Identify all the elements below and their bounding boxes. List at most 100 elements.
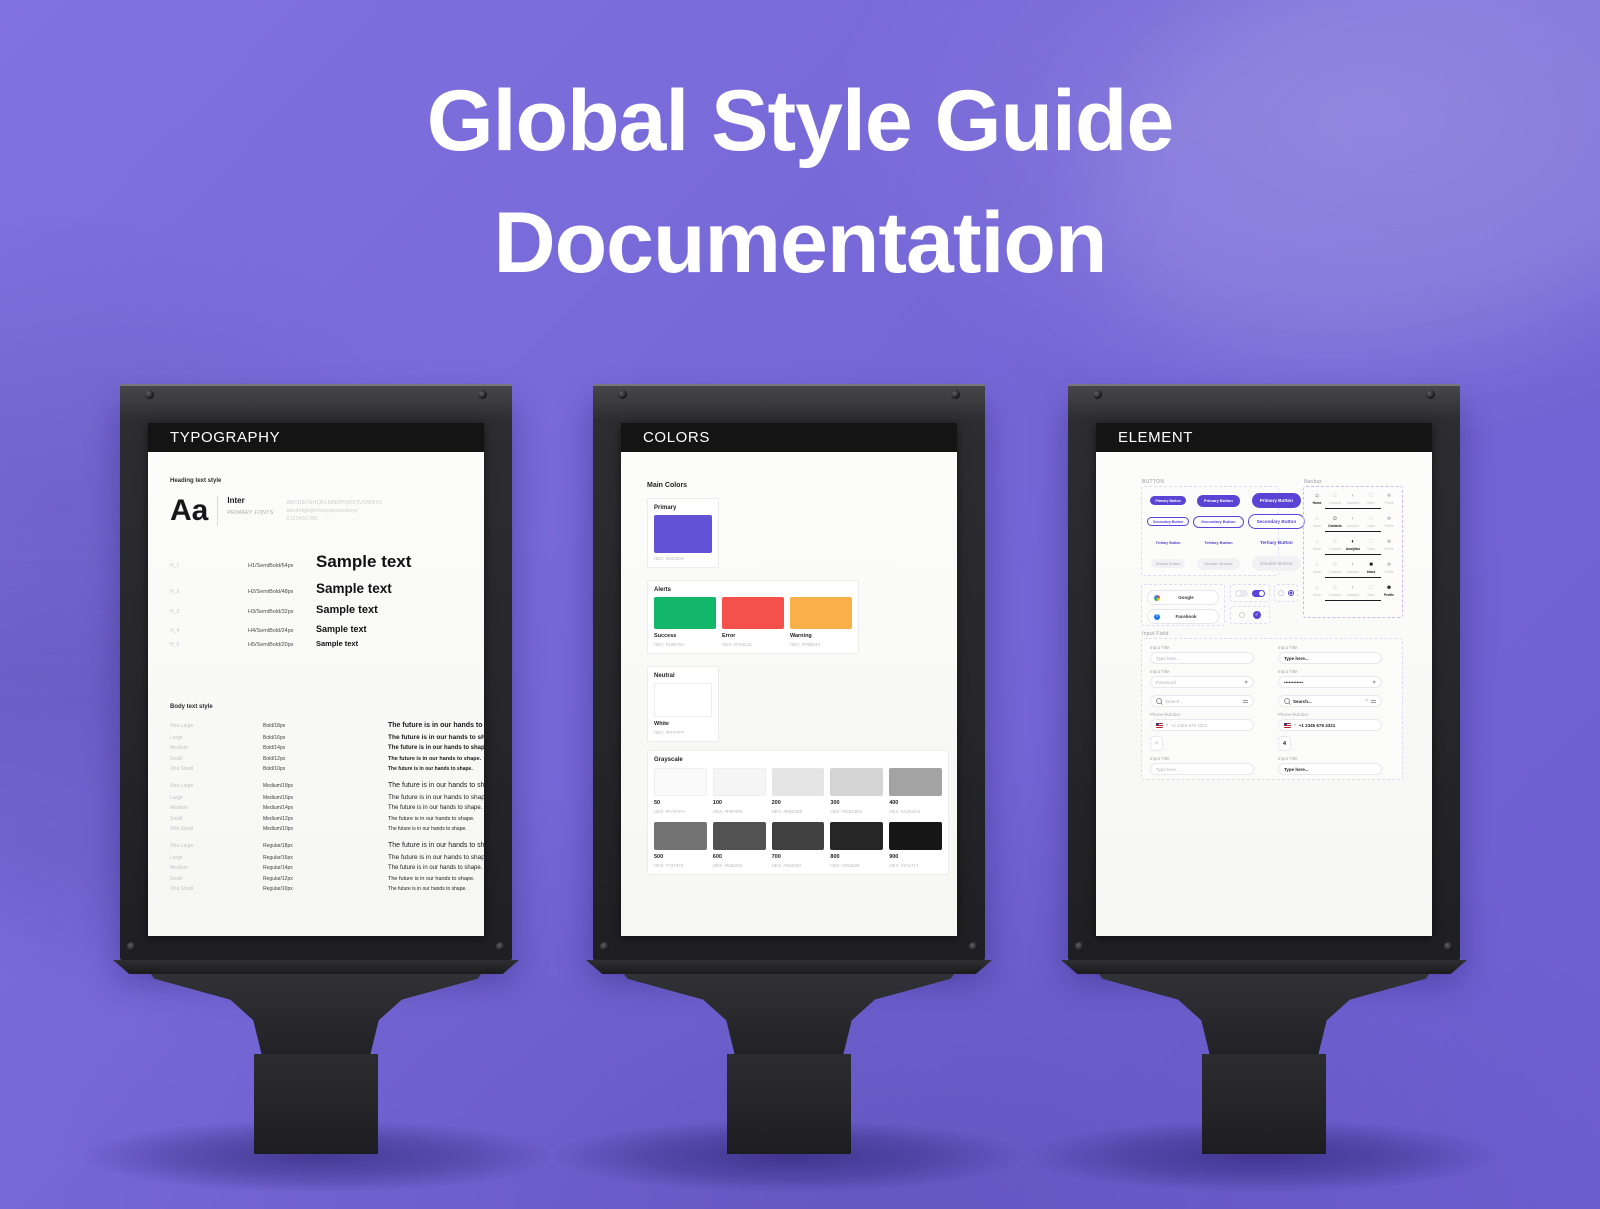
nav-item-home[interactable]: ⌂Home (1309, 493, 1325, 505)
nav-item-home[interactable]: ⌂Home (1309, 562, 1325, 574)
password-input[interactable]: Password◉ (1150, 676, 1254, 688)
nav-item-contacts[interactable]: ☺Contacts (1327, 585, 1343, 597)
nav-item-contacts[interactable]: ☺Contacts (1327, 562, 1343, 574)
input-title-label: Input Title (1278, 669, 1388, 674)
text-input[interactable]: Type here... (1150, 652, 1254, 664)
nav-item-home[interactable]: ⌂Home (1309, 516, 1325, 528)
primary-button-md[interactable]: Primary Button (1197, 495, 1240, 507)
gray-swatch (772, 768, 825, 796)
stand-pedestal (624, 974, 954, 1054)
social-login-box: Google f Facebook (1141, 584, 1225, 626)
nav-divider (1325, 554, 1381, 555)
navbar-section-label: Navbar (1304, 479, 1322, 485)
text-input-filled[interactable]: Type here... (1278, 652, 1382, 664)
gray-cell: 200HEX: #E5E5E5 (772, 768, 825, 814)
primary-button-lg[interactable]: Primary Button (1252, 493, 1301, 508)
google-login-button[interactable]: Google (1147, 590, 1219, 605)
nav-divider (1325, 531, 1381, 532)
gray-cell: 400HEX: #A3A3A3 (889, 768, 942, 814)
primary-button-sm[interactable]: Primary Button (1150, 496, 1185, 505)
gray-swatch (772, 822, 825, 850)
tertiary-button-lg[interactable]: Tertiary Button (1252, 535, 1301, 550)
secondary-button-lg[interactable]: Secondary Button (1248, 514, 1306, 529)
nav-item-analytics[interactable]: ◐Analytics (1345, 493, 1361, 505)
input-section-label: Input Field (1142, 631, 1169, 637)
body-group-regular: Xtra LargeRegular/18pxThe future is in o… (170, 842, 484, 892)
phone-input[interactable]: ▾+1 2345 678 4321 (1150, 719, 1254, 731)
navbar-row: ⌂Home ☺Contacts ◐Analytics □Inbox ☻Profi… (1309, 516, 1397, 532)
password-input-filled[interactable]: ••••••••••••◉ (1278, 676, 1382, 688)
search-input-filled[interactable]: Search...× (1278, 695, 1382, 707)
facebook-login-button[interactable]: f Facebook (1147, 609, 1219, 624)
clear-icon[interactable]: × (1365, 699, 1368, 704)
chevron-down-icon[interactable]: ▾ (1294, 723, 1296, 727)
nav-item-inbox[interactable]: □Inbox (1363, 516, 1379, 528)
phone-input-filled[interactable]: ▾+1 2345 678 4321 (1278, 719, 1382, 731)
eye-icon[interactable]: ◉ (1245, 680, 1249, 684)
nav-item-profile[interactable]: ☻Profile (1381, 493, 1397, 505)
input-specimen-box: Input Title Type here... Input Title Pas… (1141, 638, 1403, 780)
analytics-icon: ◐ (1351, 539, 1355, 546)
gray-swatch (830, 822, 883, 850)
page-title: Global Style Guide Documentation (0, 60, 1600, 304)
secondary-button-md[interactable]: Secondary Button (1193, 516, 1243, 528)
nav-item-profile[interactable]: ☻Profile (1381, 585, 1397, 597)
nav-item-inbox[interactable]: ■Inbox (1363, 562, 1379, 574)
nav-item-inbox[interactable]: □Inbox (1363, 539, 1379, 551)
screw-icon (1075, 942, 1084, 951)
text-input-filled[interactable]: Type here... (1278, 763, 1382, 775)
toggle-off[interactable] (1235, 590, 1248, 597)
filter-icon[interactable] (1371, 700, 1376, 703)
analytics-icon: ◐ (1351, 516, 1355, 523)
nav-divider (1325, 508, 1381, 509)
body-row: LargeBold/16pxThe future is in our hands… (170, 734, 484, 742)
radio-checked[interactable] (1288, 590, 1294, 596)
body-row: Xtra LargeBold/18pxThe future is in our … (170, 722, 484, 730)
nav-item-inbox[interactable]: □Inbox (1363, 585, 1379, 597)
text-input[interactable]: Type here... (1150, 763, 1254, 775)
filter-icon[interactable] (1243, 700, 1248, 703)
otp-digit-box-filled[interactable]: 4 (1278, 736, 1291, 751)
nav-item-home[interactable]: ⌂Home (1309, 585, 1325, 597)
nav-item-profile[interactable]: ☻Profile (1381, 562, 1397, 574)
disable-button-md: Disable Button (1197, 558, 1239, 570)
gray-swatch (713, 822, 766, 850)
nav-item-analytics[interactable]: ◐Analytics (1345, 516, 1361, 528)
nav-item-analytics[interactable]: ◐Analytics (1345, 539, 1361, 551)
nav-item-profile[interactable]: ☻Profile (1381, 516, 1397, 528)
body-group-medium: Xtra LargeMedium/18pxThe future is in ou… (170, 782, 484, 832)
checkbox-checked-icon[interactable]: ✓ (1253, 611, 1261, 619)
input-column-filled: Input Title Type here... Input Title •••… (1278, 645, 1388, 775)
white-swatch (654, 683, 712, 717)
search-input[interactable]: Search... (1150, 695, 1254, 707)
radio-unchecked[interactable] (1239, 612, 1245, 618)
otp-digit-box[interactable]: 4 (1150, 736, 1163, 751)
nav-item-contacts[interactable]: ☺Contacts (1327, 516, 1343, 528)
heading-section-label: Heading text style (170, 478, 221, 484)
secondary-button-sm[interactable]: Secondary Button (1147, 517, 1189, 526)
input-column-default: Input Title Type here... Input Title Pas… (1150, 645, 1260, 775)
nav-item-home[interactable]: ⌂Home (1309, 539, 1325, 551)
radio-unchecked[interactable] (1278, 590, 1284, 596)
nav-item-profile[interactable]: ☻Profile (1381, 539, 1397, 551)
gray-cell: 700HEX: #404040 (772, 822, 825, 868)
button-section-label: BUTTON (1142, 479, 1164, 485)
grayscale-card: Grayscale 50HEX: #FAFAFA 100HEX: #F5F5F5… (647, 750, 949, 875)
tertiary-button-sm[interactable]: Tertiary Button (1151, 538, 1186, 547)
tertiary-button-md[interactable]: Tertiary Button (1197, 537, 1239, 549)
nav-item-contacts[interactable]: ☺Contacts (1327, 493, 1343, 505)
stand-pedestal (1099, 974, 1429, 1054)
nav-item-analytics[interactable]: ◐Analytics (1345, 562, 1361, 574)
eye-icon[interactable]: ◉ (1373, 680, 1377, 684)
gray-cell: 500HEX: #737373 (654, 822, 707, 868)
toggle-on[interactable] (1252, 590, 1265, 597)
kiosk-element: ELEMENT BUTTON Primary Button Primary Bu… (1068, 384, 1460, 1154)
input-title-label: Input Title (1278, 756, 1388, 761)
screw-icon (496, 942, 505, 951)
nav-item-analytics[interactable]: ◐Analytics (1345, 585, 1361, 597)
chevron-down-icon[interactable]: ▾ (1166, 723, 1168, 727)
nav-item-contacts[interactable]: ☺Contacts (1327, 539, 1343, 551)
radio-specimen-box (1274, 584, 1298, 602)
navbar-row: ⌂Home ☺Contacts ◐Analytics □Inbox ☻Profi… (1309, 585, 1397, 601)
nav-item-inbox[interactable]: □Inbox (1363, 493, 1379, 505)
